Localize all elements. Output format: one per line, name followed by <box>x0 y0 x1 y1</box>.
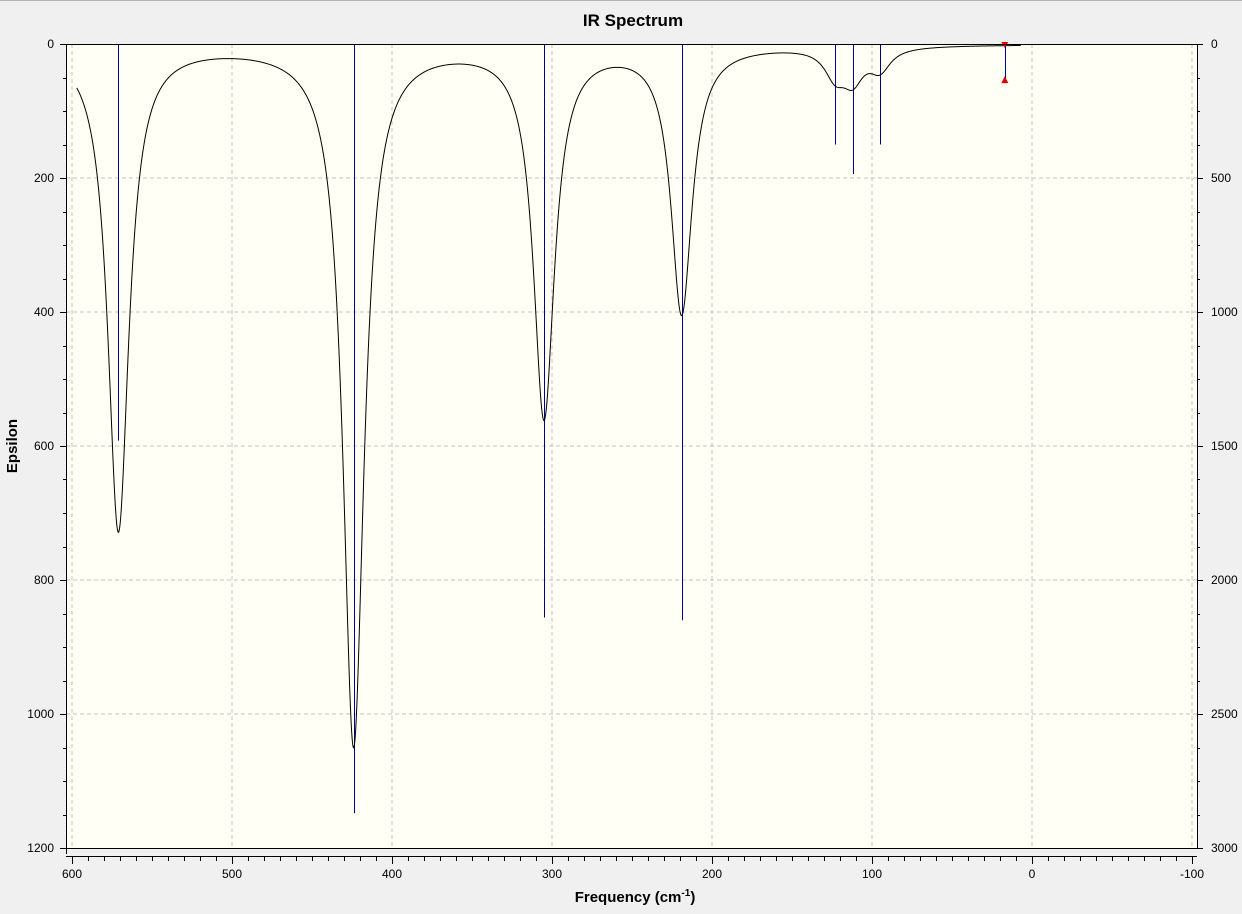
x-axis-title-main: Frequency <box>575 889 652 906</box>
ir-spectrum-chart: IR Spectrum 600 500 400 300 200 100 0 -10002004… <box>4 11 1238 906</box>
y2-tick-label: 3000 <box>1211 841 1238 855</box>
chart-title: IR Spectrum <box>583 11 683 30</box>
x-tick-label: 200 <box>702 867 722 881</box>
x-tick-label: 500 <box>222 867 242 881</box>
y-tick-label: 1200 <box>27 841 54 855</box>
y2-tick-label: 0 <box>1211 37 1218 51</box>
y-axis-title: Epsilon <box>4 419 21 473</box>
x-tick-label: 600 <box>62 867 82 881</box>
y-tick-label: 200 <box>34 171 54 185</box>
x-axis-title: Frequency (cm-1) <box>575 888 696 906</box>
y2-tick-label: 1000 <box>1211 305 1238 319</box>
x-tick-label: 400 <box>382 867 402 881</box>
y-tick-label: 0 <box>47 37 54 51</box>
x-tick-label: 300 <box>542 867 562 881</box>
y2-tick-label: 500 <box>1211 171 1231 185</box>
x-tick-label: 100 <box>862 867 882 881</box>
y2-tick-label: 1500 <box>1211 439 1238 453</box>
y2-tick-label: 2500 <box>1211 707 1238 721</box>
y-tick-label: 800 <box>34 573 54 587</box>
x-tick-label: 0 <box>1029 867 1036 881</box>
x-axis-unit-prefix: (cm <box>655 889 682 906</box>
y-tick-label: 1000 <box>27 707 54 721</box>
y2-tick-label: 2000 <box>1211 573 1238 587</box>
y-tick-label: 400 <box>34 305 54 319</box>
x-tick-label: -100 <box>1180 867 1204 881</box>
y-tick-label: 600 <box>34 439 54 453</box>
x-axis-unit-suffix: ) <box>690 889 695 906</box>
